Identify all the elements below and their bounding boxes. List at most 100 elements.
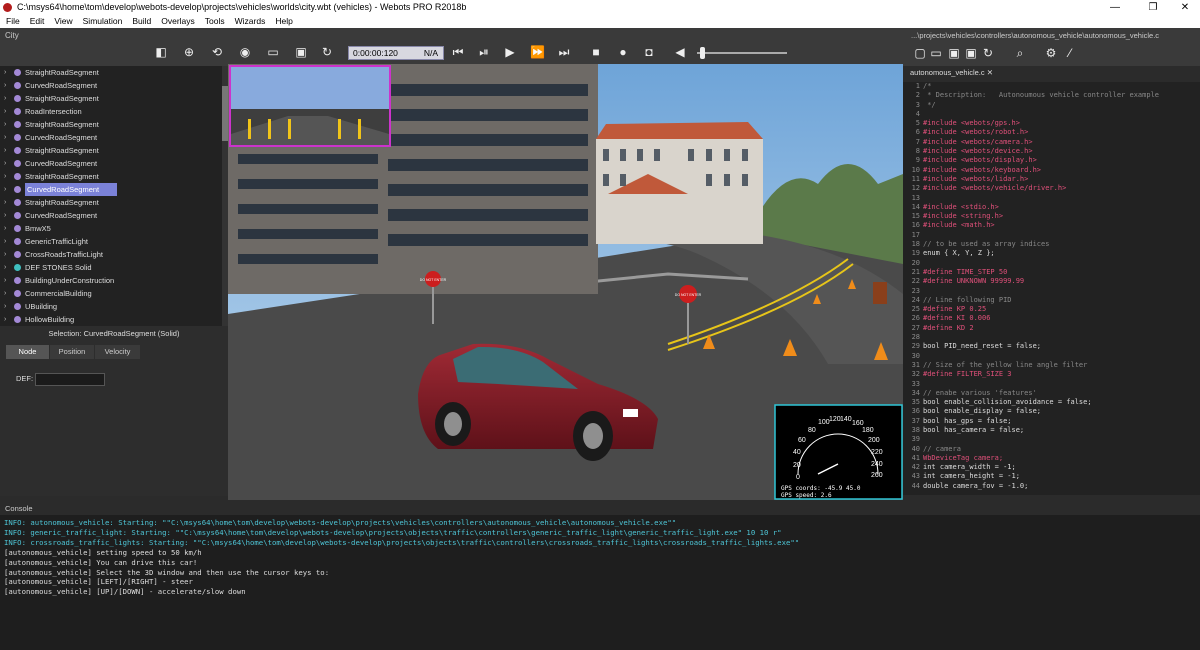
scene-tree-item[interactable]: › CurvedRoadSegment	[0, 209, 222, 222]
expand-arrow-icon[interactable]: ›	[4, 222, 6, 235]
3d-view[interactable]: DO NOT ENTER DO NOT ENTER 0 20 40 60 80 …	[228, 64, 903, 500]
code-line: 25 #define KP 0.25	[903, 305, 1200, 314]
close-tab-icon[interactable]: ✕	[987, 68, 993, 77]
expand-arrow-icon[interactable]: ›	[4, 248, 6, 261]
line-number: 25	[911, 305, 920, 314]
code-editor[interactable]: 1/* 2 * Description: Autonoumous vehicle …	[903, 82, 1200, 495]
scene-tree-item[interactable]: › RoadIntersection	[0, 105, 222, 118]
screenshot-icon[interactable]: ◘	[642, 45, 656, 59]
expand-arrow-icon[interactable]: ›	[4, 235, 6, 248]
menu-tools[interactable]: Tools	[199, 15, 229, 28]
gauge-tick: 240	[871, 461, 883, 468]
scene-tree-item[interactable]: › CurvedRoadSegment	[0, 157, 222, 170]
scene-tree-item[interactable]: › StraightRoadSegment	[0, 144, 222, 157]
expand-arrow-icon[interactable]: ›	[4, 287, 6, 300]
menu-build[interactable]: Build	[126, 15, 155, 28]
scene-tree-item[interactable]: › UBuilding	[0, 300, 222, 313]
expand-arrow-icon[interactable]: ›	[4, 118, 6, 131]
revert-file-icon[interactable]: ↻	[981, 46, 995, 60]
maximize-button[interactable]: ❐	[1138, 0, 1168, 15]
tab-position[interactable]: Position	[50, 345, 94, 359]
expand-arrow-icon[interactable]: ›	[4, 144, 6, 157]
menu-view[interactable]: View	[48, 15, 76, 28]
scene-tree-item[interactable]: › StraightRoadSegment	[0, 66, 222, 79]
menu-overlays[interactable]: Overlays	[155, 15, 199, 28]
expand-arrow-icon[interactable]: ›	[4, 105, 6, 118]
volume-slider[interactable]	[697, 47, 787, 59]
reload-world-icon[interactable]: ↻	[320, 45, 334, 59]
expand-arrow-icon[interactable]: ›	[4, 170, 6, 183]
stop-record-icon[interactable]: ■	[589, 45, 603, 59]
open-file-icon[interactable]: ▭	[929, 46, 943, 60]
fast-forward-icon[interactable]: ⏩	[530, 45, 545, 59]
expand-arrow-icon[interactable]: ›	[4, 79, 6, 92]
expand-arrow-icon[interactable]: ›	[4, 313, 6, 326]
scene-tree-item[interactable]: › BmwX5	[0, 222, 222, 235]
volume-slider-handle[interactable]	[700, 47, 705, 59]
menu-simulation[interactable]: Simulation	[77, 15, 127, 28]
scene-tree-item-label: CurvedRoadSegment	[25, 133, 98, 142]
scene-tree-item[interactable]: › CurvedRoadSegment	[0, 183, 222, 196]
expand-arrow-icon[interactable]: ›	[4, 131, 6, 144]
gauge-tick: 140	[840, 416, 852, 423]
expand-arrow-icon[interactable]: ›	[4, 92, 6, 105]
save-file-icon[interactable]: ▣	[947, 46, 961, 60]
expand-arrow-icon[interactable]: ›	[4, 274, 6, 287]
code-text: // enabe various 'features'	[923, 388, 1037, 397]
scene-tree-item[interactable]: › StraightRoadSegment	[0, 92, 222, 105]
play-icon[interactable]: ▶	[503, 45, 517, 59]
scene-tree-item[interactable]: › StraightRoadSegment	[0, 196, 222, 209]
volume-icon[interactable]: ◀	[673, 45, 687, 59]
expand-arrow-icon[interactable]: ›	[4, 183, 6, 196]
menu-edit[interactable]: Edit	[24, 15, 49, 28]
expand-arrow-icon[interactable]: ›	[4, 157, 6, 170]
menu-file[interactable]: File	[0, 15, 24, 28]
scene-tree-item[interactable]: › StraightRoadSegment	[0, 170, 222, 183]
step-icon[interactable]: ⏯	[477, 45, 491, 59]
scene-tree-item[interactable]: › CurvedRoadSegment	[0, 131, 222, 144]
expand-arrow-icon[interactable]: ›	[4, 300, 6, 313]
new-file-icon[interactable]: ▢	[913, 46, 927, 60]
build-gear-icon[interactable]: ⚙	[1044, 46, 1058, 60]
scene-tree-item[interactable]: › CurvedRoadSegment	[0, 79, 222, 92]
open-world-icon[interactable]: ▭	[266, 45, 280, 59]
code-text: // Line following PID	[923, 295, 1012, 304]
scene-tree-item[interactable]: › GenericTrafficLight	[0, 235, 222, 248]
add-node-icon[interactable]: ⊕	[182, 45, 196, 59]
tab-velocity[interactable]: Velocity	[95, 345, 140, 359]
expand-arrow-icon[interactable]: ›	[4, 196, 6, 209]
fastest-icon[interactable]: ⏭	[557, 45, 571, 59]
console-output[interactable]: INFO: autonomous_vehicle: Starting: ""C:…	[0, 515, 1200, 650]
reset-viewpoint-icon[interactable]: ⟲	[210, 45, 224, 59]
field-editor: Selection: CurvedRoadSegment (Solid) Nod…	[0, 326, 228, 496]
line-number: 14	[911, 202, 920, 211]
scene-tree-item[interactable]: › StraightRoadSegment	[0, 118, 222, 131]
expand-arrow-icon[interactable]: ›	[4, 261, 6, 274]
expand-arrow-icon[interactable]: ›	[4, 66, 6, 79]
save-all-icon[interactable]: ▣	[964, 46, 978, 60]
step-back-icon[interactable]: ⏮	[451, 45, 465, 59]
code-line: 33	[903, 380, 1200, 389]
scene-tree-item[interactable]: › DEF STONES Solid	[0, 261, 222, 274]
menu-help[interactable]: Help	[269, 15, 296, 28]
editor-file-path: ...\projects\vehicles\controllers\autono…	[911, 31, 1160, 40]
save-world-icon[interactable]: ▣	[294, 45, 308, 59]
clean-icon[interactable]: ⁄	[1063, 46, 1077, 60]
expand-arrow-icon[interactable]: ›	[4, 209, 6, 222]
node-type-icon	[14, 186, 21, 193]
scene-tree-item[interactable]: › CrossRoadsTrafficLight	[0, 248, 222, 261]
minimize-button[interactable]: —	[1100, 0, 1130, 15]
toggle-view-icon[interactable]: ◉	[238, 45, 252, 59]
tab-node[interactable]: Node	[6, 345, 49, 359]
record-icon[interactable]: ●	[616, 45, 630, 59]
editor-tab[interactable]: autonomous_vehicle.c ✕	[907, 66, 997, 80]
find-icon[interactable]: ⌕	[1013, 46, 1027, 60]
scene-tree-item[interactable]: › BuildingUnderConstruction	[0, 274, 222, 287]
close-window-button[interactable]: ✕	[1170, 0, 1200, 15]
line-number: 43	[911, 472, 920, 481]
scene-tree-item[interactable]: › CommercialBuilding	[0, 287, 222, 300]
scene-tree-item[interactable]: › HollowBuilding	[0, 313, 222, 326]
def-input[interactable]	[35, 373, 105, 386]
menu-wizards[interactable]: Wizards	[229, 15, 270, 28]
hide-scene-tree-icon[interactable]: ◧	[154, 45, 168, 59]
